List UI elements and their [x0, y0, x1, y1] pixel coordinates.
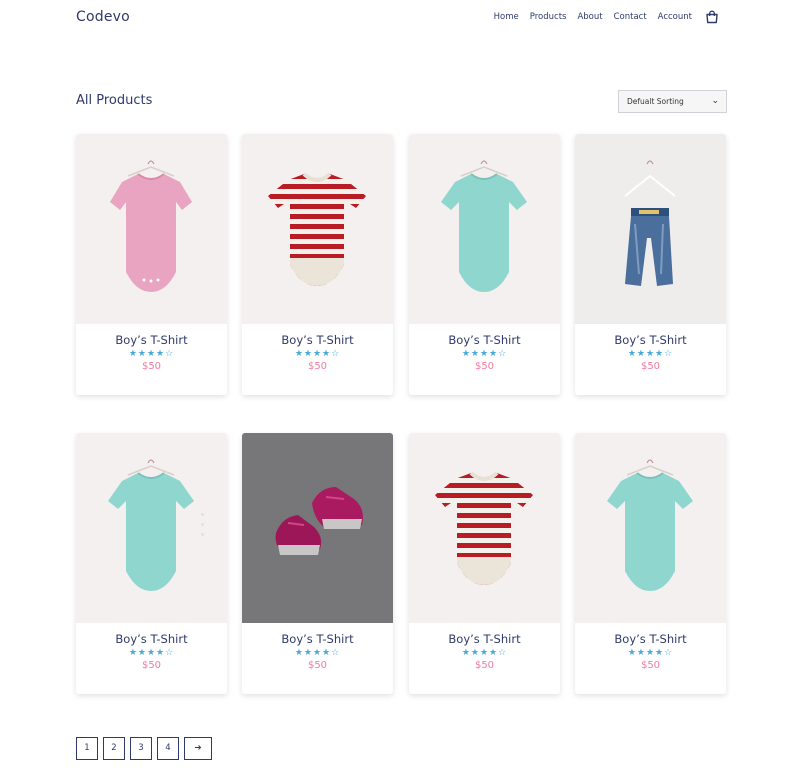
- product-name[interactable]: Boy’s T-Shirt: [76, 632, 227, 646]
- nav-products[interactable]: Products: [530, 9, 567, 25]
- star-rating: ★★★★☆: [461, 349, 508, 359]
- product-card[interactable]: Boy’s T-Shirt ★★★★☆ $50: [409, 134, 560, 395]
- nav-contact[interactable]: Contact: [614, 9, 647, 25]
- product-name[interactable]: Boy’s T-Shirt: [76, 333, 227, 347]
- product-card[interactable]: Boy’s T-Shirt ★★★★☆ $50: [409, 433, 560, 694]
- page-4-button[interactable]: 4: [157, 737, 179, 760]
- nav-about[interactable]: About: [577, 9, 602, 25]
- product-name[interactable]: Boy’s T-Shirt: [575, 333, 726, 347]
- next-page-arrow-icon[interactable]: ➔: [184, 737, 212, 760]
- product-price: $50: [141, 660, 162, 671]
- product-price: $50: [640, 660, 661, 671]
- striped-bodysuit-image: [435, 471, 533, 585]
- shopping-bag-icon[interactable]: [704, 9, 720, 25]
- star-rating: ★★★★☆: [627, 349, 674, 359]
- product-name[interactable]: Boy’s T-Shirt: [242, 333, 393, 347]
- page-3-button[interactable]: 3: [130, 737, 152, 760]
- product-card[interactable]: Boy’s T-Shirt ★★★★☆ $50: [575, 433, 726, 694]
- product-name[interactable]: Boy’s T-Shirt: [242, 632, 393, 646]
- product-price: $50: [640, 361, 661, 372]
- mint-bodysuit-image: [607, 459, 693, 591]
- star-rating: ★★★★☆: [294, 648, 341, 658]
- product-price: $50: [141, 361, 162, 372]
- star-rating: ★★★★☆: [294, 349, 341, 359]
- star-rating: ★★★★☆: [128, 349, 175, 359]
- product-name[interactable]: Boy’s T-Shirt: [409, 333, 560, 347]
- product-image[interactable]: [76, 134, 227, 324]
- product-price: $50: [307, 361, 328, 372]
- pagination: 1 2 3 4 ➔: [76, 737, 217, 760]
- pink-sneakers-image: [275, 487, 363, 555]
- page-2-button[interactable]: 2: [103, 737, 125, 760]
- nav-home[interactable]: Home: [494, 9, 519, 25]
- product-card[interactable]: Boy’s T-Shirt ★★★★☆ $50: [76, 433, 227, 694]
- striped-bodysuit-image: [268, 172, 366, 286]
- product-image[interactable]: [409, 433, 560, 623]
- page-1-button[interactable]: 1: [76, 737, 98, 760]
- product-image[interactable]: [575, 433, 726, 623]
- star-rating: ★★★★☆: [627, 648, 674, 658]
- carousel-dots[interactable]: [201, 513, 204, 543]
- product-price: $50: [474, 361, 495, 372]
- product-image[interactable]: [76, 433, 227, 623]
- star-rating: ★★★★☆: [128, 648, 175, 658]
- product-image[interactable]: [575, 134, 726, 324]
- logo[interactable]: Codevo: [76, 9, 130, 25]
- sort-selected-label: Defualt Sorting: [627, 97, 684, 106]
- mint-bodysuit-image: [108, 459, 194, 591]
- page-title: All Products: [76, 93, 153, 108]
- main-nav: Home Products About Contact Account: [483, 9, 720, 25]
- pink-bodysuit-image: [110, 160, 192, 292]
- product-image[interactable]: [242, 433, 393, 623]
- product-name[interactable]: Boy’s T-Shirt: [575, 632, 726, 646]
- product-card[interactable]: Boy’s T-Shirt ★★★★☆ $50: [242, 134, 393, 395]
- product-image[interactable]: [242, 134, 393, 324]
- product-card[interactable]: Boy’s T-Shirt ★★★★☆ $50: [575, 134, 726, 395]
- product-image[interactable]: [409, 134, 560, 324]
- product-price: $50: [474, 660, 495, 671]
- product-card[interactable]: Boy’s T-Shirt ★★★★☆ $50: [76, 134, 227, 395]
- star-rating: ★★★★☆: [461, 648, 508, 658]
- product-price: $50: [307, 660, 328, 671]
- mint-bodysuit-image: [441, 160, 527, 292]
- nav-account[interactable]: Account: [658, 9, 692, 25]
- denim-jeans-image: [624, 160, 676, 286]
- product-card[interactable]: Boy’s T-Shirt ★★★★☆ $50: [242, 433, 393, 694]
- sort-select[interactable]: Defualt Sorting ⌄: [618, 90, 727, 113]
- product-name[interactable]: Boy’s T-Shirt: [409, 632, 560, 646]
- chevron-down-icon: ⌄: [711, 96, 719, 106]
